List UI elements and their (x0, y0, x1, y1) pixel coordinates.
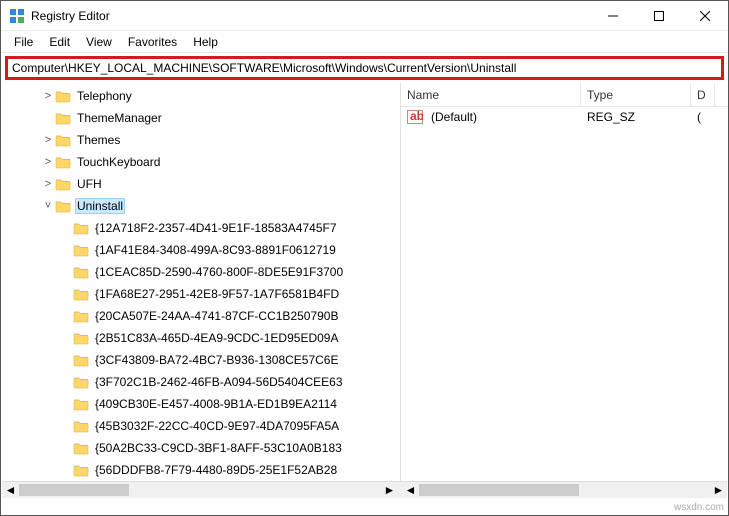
menu-file[interactable]: File (7, 33, 40, 51)
tree-item[interactable]: {1AF41E84-3408-499A-8C93-8891F0612719 (1, 239, 396, 261)
tree-item-label: {50A2BC33-C9CD-3BF1-8AFF-53C10A0B183 (93, 440, 344, 456)
tree-item-label: {3CF43809-BA72-4BC7-B936-1308CE57C6E (93, 352, 341, 368)
value-row[interactable]: ab(Default)REG_SZ( (401, 107, 728, 127)
tree-item[interactable]: {3CF43809-BA72-4BC7-B936-1308CE57C6E (1, 349, 396, 371)
tree-item-label: Telephony (75, 88, 134, 104)
menu-favorites[interactable]: Favorites (121, 33, 184, 51)
tree-item[interactable]: {3F702C1B-2462-46FB-A094-56D5404CEE63 (1, 371, 396, 393)
tree-item[interactable]: ˅ Uninstall (1, 195, 396, 217)
tree-item[interactable]: {56DDDFB8-7F79-4480-89D5-25E1F52AB28 (1, 459, 396, 481)
tree-item[interactable]: {2B51C83A-465D-4EA9-9CDC-1ED95ED09A (1, 327, 396, 349)
tree-item-label: Uninstall (75, 198, 125, 214)
tree-item[interactable]: ˃ UFH (1, 173, 396, 195)
tree-item[interactable]: ˃ Telephony (1, 85, 396, 107)
tree-item-label: ThemeManager (75, 110, 164, 126)
tree-item-label: {409CB30E-E457-4008-9B1A-ED1B9EA2114 (93, 396, 339, 412)
tree-item-label: {1AF41E84-3408-499A-8C93-8891F0612719 (93, 242, 338, 258)
value-name: ab(Default) (401, 110, 581, 124)
hscroll-track-tree[interactable] (19, 482, 381, 498)
tree-item[interactable]: {50A2BC33-C9CD-3BF1-8AFF-53C10A0B183 (1, 437, 396, 459)
hscroll: ◄ ► ◄ ► (2, 481, 727, 498)
watermark: wsxdn.com (674, 502, 724, 513)
tree-item[interactable]: {1FA68E27-2951-42E8-9F57-1A7F6581B4FD (1, 283, 396, 305)
minimize-button[interactable] (590, 1, 636, 30)
tree-item-label: {45B3032F-22CC-40CD-9E97-4DA7095FA5A (93, 418, 341, 434)
tree-item-label: Themes (75, 132, 122, 148)
tree-pane: ˃ Telephony ThemeManager ˃ Themes ˃ TouchKeybo… (1, 83, 396, 497)
hscroll-left-list[interactable]: ◄ (402, 482, 419, 498)
hscroll-thumb-tree[interactable] (19, 484, 129, 496)
tree-item-label: {1CEAC85D-2590-4760-800F-8DE5E91F3700 (93, 264, 345, 280)
tree-item[interactable]: {45B3032F-22CC-40CD-9E97-4DA7095FA5A (1, 415, 396, 437)
hscroll-right-list[interactable]: ► (710, 482, 727, 498)
tree-item[interactable]: {409CB30E-E457-4008-9B1A-ED1B9EA2114 (1, 393, 396, 415)
tree-item-label: {12A718F2-2357-4D41-9E1F-18583A4745F7 (93, 220, 339, 236)
maximize-button[interactable] (636, 1, 682, 30)
tree-item[interactable]: ThemeManager (1, 107, 396, 129)
tree-item-label: UFH (75, 176, 104, 192)
hscroll-left-tree[interactable]: ◄ (2, 482, 19, 498)
tree-item-label: {2B51C83A-465D-4EA9-9CDC-1ED95ED09A (93, 330, 340, 346)
col-type[interactable]: Type (581, 83, 691, 106)
svg-text:ab: ab (410, 110, 423, 123)
value-data: ( (691, 110, 715, 124)
regedit-icon (9, 8, 25, 24)
tree-item-label: {1FA68E27-2951-42E8-9F57-1A7F6581B4FD (93, 286, 341, 302)
menu-view[interactable]: View (79, 33, 119, 51)
column-headers: Name Type D (401, 83, 728, 107)
chevron-down-icon[interactable]: ˅ (41, 200, 55, 212)
hscroll-thumb-list[interactable] (419, 484, 579, 496)
tree-item-label: {20CA507E-24AA-4741-87CF-CC1B250790B (93, 308, 341, 324)
tree-item[interactable]: ˃ TouchKeyboard (1, 151, 396, 173)
split-container: ˃ Telephony ThemeManager ˃ Themes ˃ TouchKeybo… (1, 83, 728, 497)
address-bar (5, 56, 724, 80)
close-button[interactable] (682, 1, 728, 30)
window-title: Registry Editor (31, 9, 590, 23)
hscroll-track-list[interactable] (419, 482, 710, 498)
hscroll-right-tree[interactable]: ► (381, 482, 398, 498)
tree-item[interactable]: {1CEAC85D-2590-4760-800F-8DE5E91F3700 (1, 261, 396, 283)
window-controls (590, 1, 728, 30)
address-input[interactable] (12, 61, 717, 75)
tree-item-label: {56DDDFB8-7F79-4480-89D5-25E1F52AB28 (93, 462, 339, 478)
value-type: REG_SZ (581, 110, 691, 124)
tree-item[interactable]: {20CA507E-24AA-4741-87CF-CC1B250790B (1, 305, 396, 327)
col-data[interactable]: D (691, 83, 715, 106)
col-name[interactable]: Name (401, 83, 581, 106)
tree-item-label: {3F702C1B-2462-46FB-A094-56D5404CEE63 (93, 374, 345, 390)
chevron-right-icon[interactable]: ˃ (41, 178, 55, 190)
tree-item[interactable]: {12A718F2-2357-4D41-9E1F-18583A4745F7 (1, 217, 396, 239)
chevron-right-icon[interactable]: ˃ (41, 156, 55, 168)
tree-item[interactable]: ˃ Themes (1, 129, 396, 151)
status-spacer (1, 498, 728, 515)
menu-bar: File Edit View Favorites Help (1, 31, 728, 53)
chevron-right-icon[interactable]: ˃ (41, 134, 55, 146)
tree-item-label: TouchKeyboard (75, 154, 162, 170)
values-pane: Name Type D ab(Default)REG_SZ( (400, 83, 728, 497)
chevron-right-icon[interactable]: ˃ (41, 90, 55, 102)
menu-help[interactable]: Help (186, 33, 225, 51)
title-bar: Registry Editor (1, 1, 728, 31)
menu-edit[interactable]: Edit (42, 33, 77, 51)
